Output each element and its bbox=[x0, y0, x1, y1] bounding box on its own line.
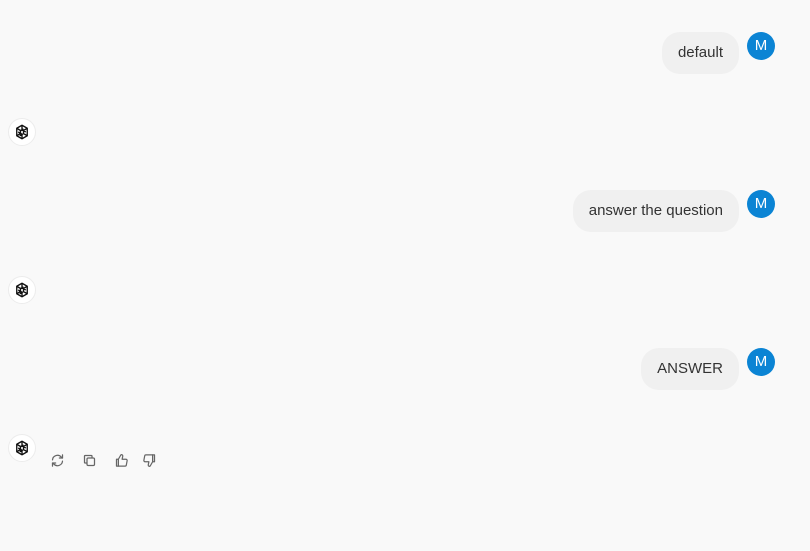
message-actions bbox=[47, 450, 159, 470]
regenerate-icon bbox=[51, 453, 63, 467]
user-message: default M bbox=[0, 32, 810, 80]
user-avatar: M bbox=[747, 32, 775, 60]
user-message-bubble: ANSWER bbox=[641, 348, 739, 390]
copy-button[interactable] bbox=[79, 450, 99, 470]
assistant-logo-icon bbox=[8, 276, 36, 304]
user-message: answer the question M bbox=[0, 190, 810, 238]
assistant-logo-icon bbox=[8, 434, 36, 462]
copy-icon bbox=[83, 454, 95, 466]
thumbs-down-icon bbox=[142, 453, 155, 467]
assistant-logo-icon bbox=[8, 118, 36, 146]
regenerate-button[interactable] bbox=[47, 450, 67, 470]
thumbs-down-button[interactable] bbox=[139, 450, 159, 470]
user-message-bubble: default bbox=[661, 32, 739, 74]
user-message-bubble: answer the question bbox=[572, 190, 739, 232]
thumbs-up-icon bbox=[115, 453, 128, 467]
user-avatar: M bbox=[747, 190, 775, 218]
user-avatar: M bbox=[747, 348, 775, 376]
user-message: ANSWER M bbox=[0, 348, 810, 396]
thumbs-up-button[interactable] bbox=[111, 450, 131, 470]
